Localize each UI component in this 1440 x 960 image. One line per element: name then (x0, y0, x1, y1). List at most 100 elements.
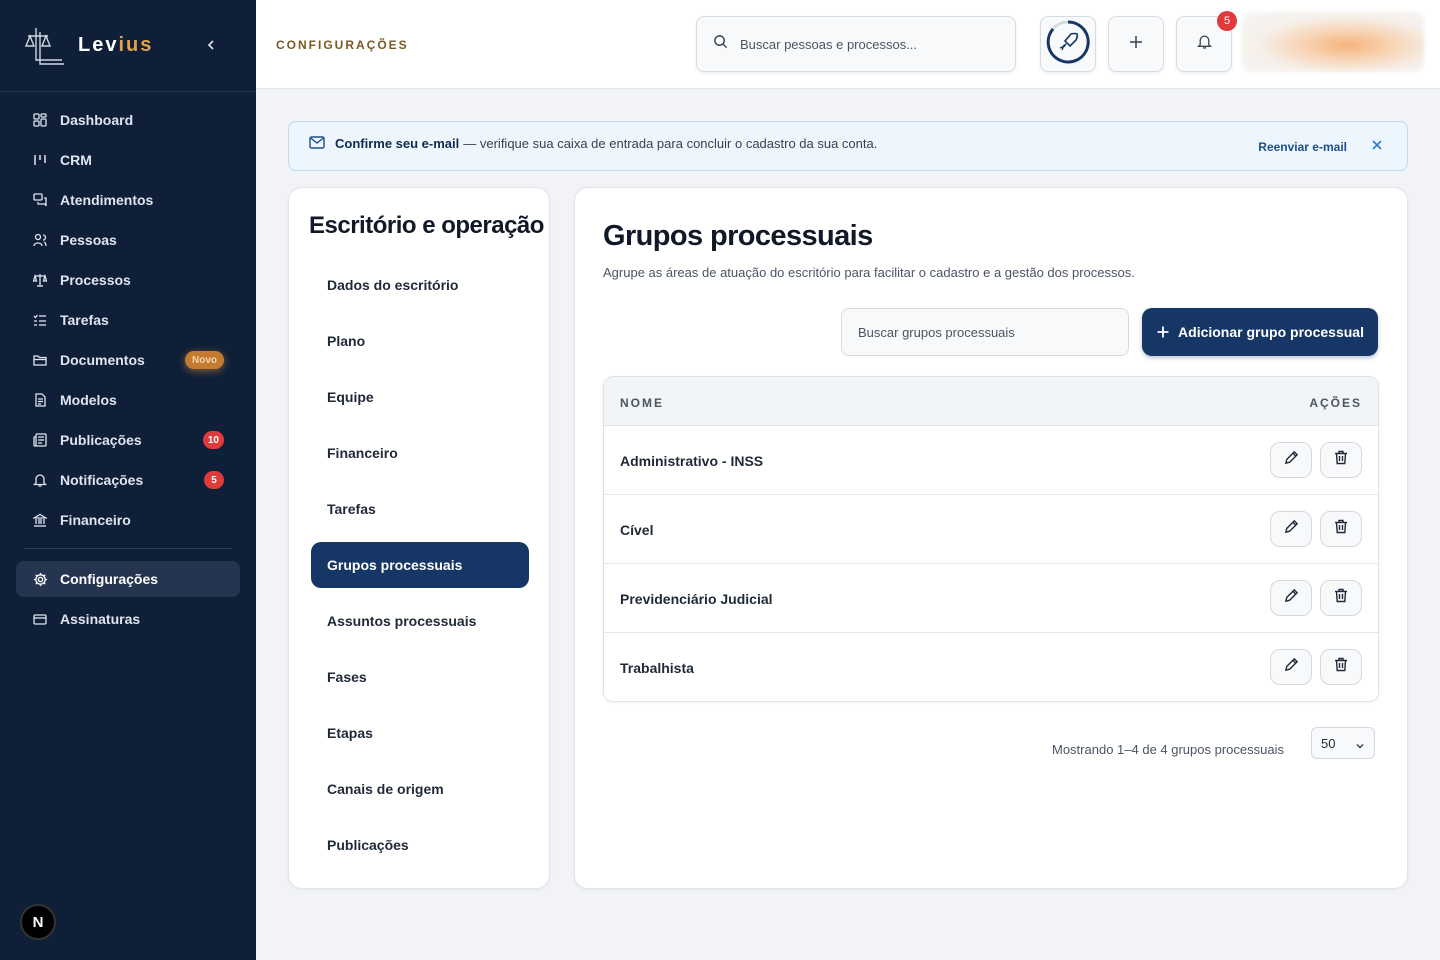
resend-email-link[interactable]: Reenviar e-mail (1258, 140, 1347, 154)
onboarding-rocket-button[interactable] (1040, 16, 1096, 72)
delete-button[interactable] (1320, 442, 1362, 478)
settings-item-etapas[interactable]: Etapas (311, 710, 529, 756)
settings-item-equipe[interactable]: Equipe (311, 374, 529, 420)
settings-item-plano[interactable]: Plano (311, 318, 529, 364)
delete-button[interactable] (1320, 649, 1362, 685)
new-badge: Novo (185, 351, 224, 369)
sidebar-item-dashboard[interactable]: Dashboard (16, 102, 240, 138)
sidebar-item-label: Dashboard (60, 112, 134, 128)
chevron-down-icon (1355, 739, 1365, 749)
delete-button[interactable] (1320, 511, 1362, 547)
table-row: Administrativo - INSS (604, 426, 1378, 495)
notificacoes-count-badge: 5 (204, 471, 224, 489)
sidebar-item-publicacoes[interactable]: Publicações 10 (16, 422, 240, 458)
group-name: Cível (620, 522, 654, 538)
settings-item-grupos-processuais[interactable]: Grupos processuais (311, 542, 529, 588)
table-row: Trabalhista (604, 633, 1378, 701)
groups-table: NOME AÇÕES Administrativo - INSS Cível P… (603, 376, 1379, 702)
topbar: CONFIGURAÇÕES 5 (256, 0, 1440, 89)
bell-icon (1196, 34, 1212, 54)
sidebar-item-atendimentos[interactable]: Atendimentos (16, 182, 240, 218)
rocket-progress-icon (1045, 19, 1091, 70)
page-subtitle: Agrupe as áreas de atuação do escritório… (603, 265, 1135, 280)
bank-icon (32, 512, 48, 528)
page-title: Grupos processuais (603, 220, 873, 252)
banner-text: — verifique sua caixa de entrada para co… (463, 135, 878, 151)
edit-button[interactable] (1270, 580, 1312, 616)
bell-icon (32, 472, 48, 488)
folder-icon (32, 352, 48, 368)
sidebar-item-label: Pessoas (60, 232, 117, 248)
trash-icon (1334, 519, 1348, 539)
sidebar-item-documentos[interactable]: Documentos Novo (16, 342, 240, 378)
sidebar-item-modelos[interactable]: Modelos (16, 382, 240, 418)
settings-menu: Escritório e operação Dados do escritóri… (288, 187, 550, 889)
pencil-icon (1284, 657, 1299, 677)
sidebar-divider (24, 548, 232, 549)
group-name: Previdenciário Judicial (620, 591, 773, 607)
settings-item-financeiro[interactable]: Financeiro (311, 430, 529, 476)
pagination-summary: Mostrando 1–4 de 4 grupos processuais (1052, 742, 1284, 757)
sidebar-item-processos[interactable]: Processos (16, 262, 240, 298)
sidebar-item-crm[interactable]: CRM (16, 142, 240, 178)
settings-menu-title: Escritório e operação (309, 212, 544, 239)
sidebar-item-financeiro[interactable]: Financeiro (16, 502, 240, 538)
sidebar-item-pessoas[interactable]: Pessoas (16, 222, 240, 258)
edit-button[interactable] (1270, 511, 1312, 547)
breadcrumb: CONFIGURAÇÕES (276, 38, 409, 52)
settings-menu-list: Dados do escritório Plano Equipe Finance… (311, 262, 529, 878)
edit-button[interactable] (1270, 442, 1312, 478)
per-page-select[interactable]: 50 (1311, 727, 1375, 759)
list-check-icon (32, 312, 48, 328)
settings-item-canais-origem[interactable]: Canais de origem (311, 766, 529, 812)
sidebar-item-label: Documentos (60, 352, 145, 368)
dashboard-icon (32, 112, 48, 128)
process-groups-panel: Grupos processuais Agrupe as áreas de at… (574, 187, 1408, 889)
newspaper-icon (32, 432, 48, 448)
close-icon[interactable] (1371, 139, 1385, 153)
sidebar-item-label: Publicações (60, 432, 142, 448)
scale-logo-icon (24, 24, 66, 68)
sidebar: Levius Dashboard CRM Atendimentos Pessoa… (0, 0, 256, 960)
trash-icon (1334, 450, 1348, 470)
quick-add-button[interactable] (1108, 16, 1164, 72)
sidebar-item-configuracoes[interactable]: Configurações (16, 561, 240, 597)
add-group-button[interactable]: Adicionar grupo processual (1142, 308, 1378, 356)
settings-item-dados-escritorio[interactable]: Dados do escritório (311, 262, 529, 308)
trash-icon (1334, 657, 1348, 677)
edit-button[interactable] (1270, 649, 1312, 685)
sidebar-item-assinaturas[interactable]: Assinaturas (16, 601, 240, 637)
user-avatar[interactable] (1242, 12, 1424, 72)
settings-item-fases[interactable]: Fases (311, 654, 529, 700)
column-header-name: NOME (620, 396, 664, 410)
table-row: Cível (604, 495, 1378, 564)
add-group-label: Adicionar grupo processual (1178, 324, 1364, 340)
notifications-button[interactable]: 5 (1176, 11, 1237, 72)
crm-icon (32, 152, 48, 168)
per-page-value: 50 (1321, 735, 1336, 751)
sidebar-item-label: CRM (60, 152, 92, 168)
sidebar-item-label: Tarefas (60, 312, 109, 328)
collapse-sidebar-icon[interactable] (200, 34, 222, 56)
groups-search[interactable] (841, 308, 1129, 356)
pencil-icon (1284, 519, 1299, 539)
sidebar-nav: Dashboard CRM Atendimentos Pessoas Proce… (0, 92, 256, 637)
document-icon (32, 392, 48, 408)
sidebar-item-label: Configurações (60, 571, 159, 587)
notification-count-badge: 5 (1217, 11, 1237, 31)
group-name: Trabalhista (620, 660, 694, 676)
banner-title: Confirme seu e-mail (335, 135, 460, 151)
global-search-input[interactable] (740, 36, 990, 52)
sidebar-item-notificacoes[interactable]: Notificações 5 (16, 462, 240, 498)
email-confirm-banner: Confirme seu e-mail — verifique sua caix… (288, 121, 1408, 171)
sidebar-item-label: Atendimentos (60, 192, 154, 208)
settings-item-publicacoes[interactable]: Publicações (311, 822, 529, 868)
settings-item-assuntos-processuais[interactable]: Assuntos processuais (311, 598, 529, 644)
global-search[interactable] (696, 16, 1016, 72)
sidebar-item-tarefas[interactable]: Tarefas (16, 302, 240, 338)
dev-tools-button[interactable]: N (20, 904, 56, 940)
column-header-actions: AÇÕES (1309, 396, 1362, 410)
settings-item-tarefas[interactable]: Tarefas (311, 486, 529, 532)
delete-button[interactable] (1320, 580, 1362, 616)
groups-search-input[interactable] (858, 324, 1108, 340)
